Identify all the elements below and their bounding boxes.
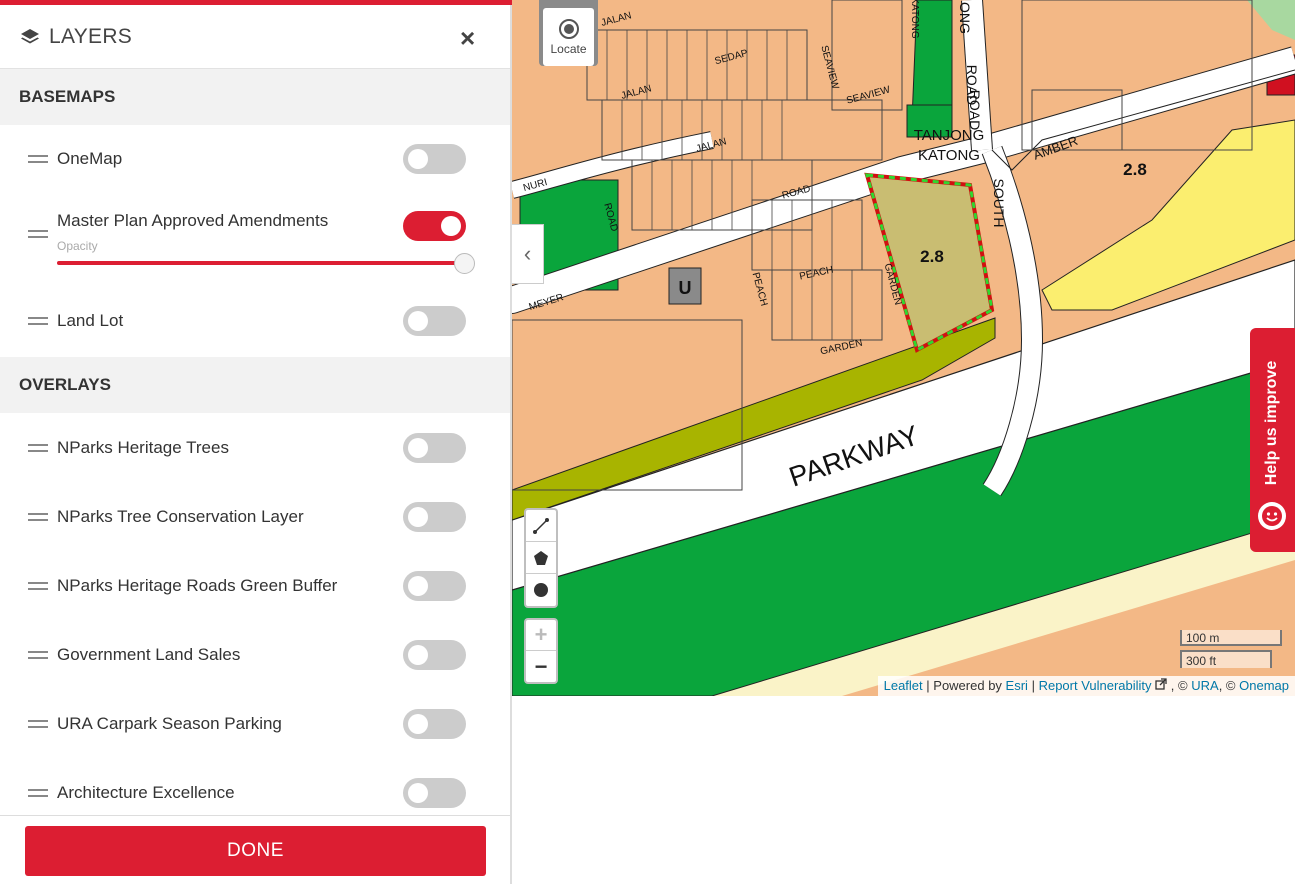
layer-label: NParks Heritage Trees [57,437,229,457]
external-link-icon [1155,678,1171,693]
layer-row-government-land-sales[interactable]: Government Land Sales [0,620,510,689]
collapse-panel-button[interactable]: ‹ [512,224,544,284]
layer-row-master-plan-amendments[interactable]: Master Plan Approved Amendments Opacity [0,193,510,285]
scale-imperial: 300 ft [1180,650,1272,668]
map-attribution: Leaflet | Powered by Esri | Report Vulne… [877,676,1295,696]
draw-line-button[interactable] [526,510,556,542]
layer-label: Architecture Excellence [57,782,235,802]
attribution-separator: | [1031,678,1035,693]
zoom-out-button[interactable]: − [526,651,556,682]
drag-handle-icon[interactable] [28,581,48,590]
layer-label: NParks Tree Conservation Layer [57,506,304,526]
layer-toggle-nparks-heritage-trees[interactable] [403,432,466,463]
layer-toggle-ura-carpark-season[interactable] [403,708,466,739]
done-button[interactable]: DONE [25,826,486,876]
layer-toggle-nparks-heritage-roads[interactable] [403,570,466,601]
esri-link[interactable]: Esri [1006,678,1028,693]
layer-label: Land Lot [57,311,124,330]
road-label-katong: KATONG [918,147,980,164]
overlays-heading: OVERLAYS [0,357,510,413]
polygon-icon [534,550,548,565]
report-vulnerability-link[interactable]: Report Vulnerability [1039,678,1152,693]
chevron-left-icon: ‹ [523,241,532,266]
layer-label: Master Plan Approved Amendments [57,211,329,230]
plot-ratio-label-2: 2.8 [1123,160,1147,179]
map-u-label: U [679,278,692,298]
zoom-in-button[interactable]: + [526,620,556,651]
drag-handle-icon[interactable] [28,719,48,728]
copyright-text-2: , © [1218,678,1236,693]
layer-toggle-onemap[interactable] [403,144,466,174]
locate-label: Locate [550,41,587,56]
help-us-improve-label: Help us improve [1263,360,1280,486]
polyline-icon [533,517,549,534]
layer-label: OneMap [57,149,123,168]
layer-row-architecture-excellence[interactable]: Architecture Excellence [0,758,510,827]
locate-icon [558,18,579,39]
layer-toggle-nparks-tree-conservation[interactable] [403,501,466,532]
drag-handle-icon[interactable] [28,155,48,163]
layer-label: URA Carpark Season Parking [57,713,282,733]
road-label-road-3: ROAD [967,90,983,130]
layer-toggle-architecture-excellence[interactable] [403,777,466,808]
layer-row-nparks-heritage-trees[interactable]: NParks Heritage Trees [0,413,510,482]
scale-bar: 100 m 300 ft [1180,630,1284,670]
drag-handle-icon[interactable] [28,317,48,325]
drag-handle-icon[interactable] [28,788,48,797]
layer-toggle-master-plan-amendments[interactable] [403,211,466,241]
opacity-label: Opacity [57,239,98,253]
layer-toggle-government-land-sales[interactable] [403,639,466,670]
layer-row-land-lot[interactable]: Land Lot [0,285,510,357]
map-canvas[interactable]: U 2.8 2.8 PARKWAY AMBER TANJONG KATONG S… [512,0,1295,696]
smiley-icon [1258,502,1286,530]
locate-button[interactable]: Locate [539,0,598,66]
copyright-text-1: , © [1170,678,1188,693]
zoom-control: + − [524,618,558,684]
drag-handle-icon[interactable] [28,512,48,521]
layers-icon [21,28,39,43]
panel-title: LAYERS [49,24,133,48]
drag-handle-icon[interactable] [28,443,48,452]
powered-by-text: | Powered by [926,678,1002,693]
road-label-katong-v: KATONG [909,0,920,39]
layer-row-ura-carpark-season[interactable]: URA Carpark Season Parking [0,689,510,758]
layer-toggle-land-lot[interactable] [403,306,466,336]
layer-label: NParks Heritage Roads Green Buffer [57,575,338,595]
road-label-south: SOUTH [991,179,1007,228]
panel-header: LAYERS × [0,5,510,69]
app-root: U 2.8 2.8 PARKWAY AMBER TANJONG KATONG S… [0,0,1295,884]
ura-link[interactable]: URA [1191,678,1218,693]
map-view[interactable]: U 2.8 2.8 PARKWAY AMBER TANJONG KATONG S… [512,0,1295,696]
road-label-ong: ONG [957,2,973,34]
layer-row-nparks-heritage-roads[interactable]: NParks Heritage Roads Green Buffer [0,551,510,620]
close-icon[interactable]: × [460,25,475,51]
layer-row-nparks-tree-conservation[interactable]: NParks Tree Conservation Layer [0,482,510,551]
leaflet-link[interactable]: Leaflet [884,678,923,693]
layer-label: Government Land Sales [57,644,241,664]
draw-toolbar [524,508,558,608]
basemaps-heading: BASEMAPS [0,69,510,125]
drag-handle-icon[interactable] [28,230,48,238]
onemap-link[interactable]: Onemap [1239,678,1289,693]
layers-panel: LAYERS × BASEMAPS OneMap Master Plan App… [0,0,512,884]
drag-handle-icon[interactable] [28,650,48,659]
scale-metric: 100 m [1180,630,1282,646]
opacity-slider-track[interactable] [57,261,465,265]
draw-circle-button[interactable] [526,574,556,606]
layer-row-onemap[interactable]: OneMap [0,125,510,193]
opacity-slider-handle[interactable] [454,253,475,274]
plot-ratio-label: 2.8 [920,247,944,266]
help-us-improve-tab[interactable]: Help us improve [1250,328,1295,552]
draw-polygon-button[interactable] [526,542,556,574]
circle-icon [534,583,548,597]
panel-footer-divider [0,815,512,816]
